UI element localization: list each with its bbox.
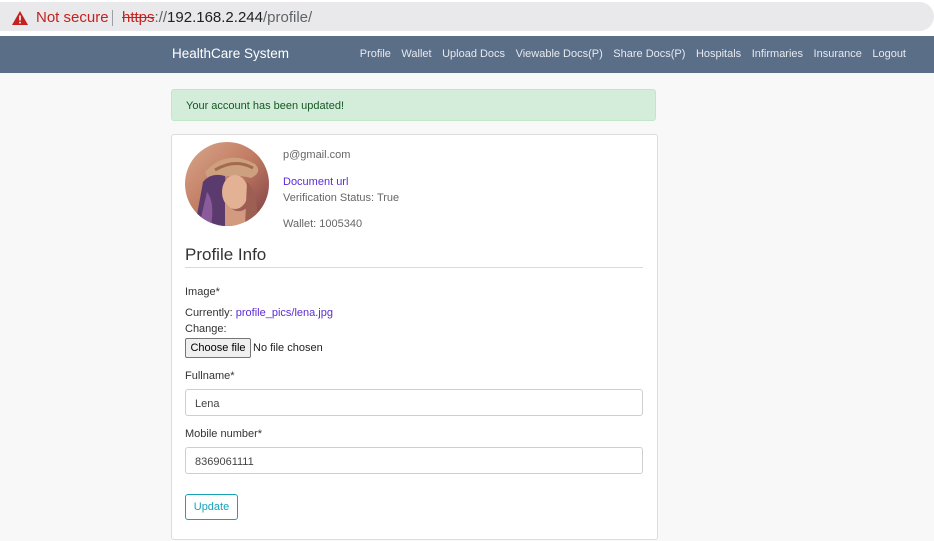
nav-insurance-link[interactable]: Insurance: [814, 48, 862, 60]
avatar: [185, 142, 269, 226]
nav-viewable-docs-link[interactable]: Viewable Docs(P): [516, 48, 603, 60]
profile-info-heading: Profile Info: [185, 245, 267, 264]
change-label: Change:: [185, 323, 227, 335]
currently-row: Currently: profile_pics/lena.jpg: [185, 307, 333, 319]
nav-upload-docs-link[interactable]: Upload Docs: [442, 48, 505, 60]
nav-share-docs-link[interactable]: Share Docs(P): [613, 48, 685, 60]
currently-label: Currently:: [185, 307, 236, 319]
url-scheme-separator: ://: [154, 9, 168, 26]
image-label: Image*: [185, 286, 220, 298]
mobile-input[interactable]: 8369061111: [185, 447, 643, 474]
alert-message: Your account has been updated!: [186, 100, 345, 112]
nav-logout-link[interactable]: Logout: [872, 48, 906, 60]
not-secure-label[interactable]: Not secure: [36, 9, 109, 26]
brand-title[interactable]: HealthCare System: [172, 46, 289, 61]
browser-address-bar: Not secure https://192.168.2.244/profile…: [0, 0, 934, 36]
wallet-balance: Wallet: 1005340: [283, 218, 363, 230]
profile-card: p@gmail.com Document url Verification St…: [171, 134, 658, 540]
document-url-link[interactable]: Document url: [283, 176, 348, 188]
fullname-input[interactable]: Lena: [185, 389, 643, 416]
fullname-label: Fullname*: [185, 370, 235, 382]
warning-icon[interactable]: [12, 11, 28, 25]
verification-status: Verification Status: True: [283, 192, 400, 204]
top-navbar: HealthCare System Profile Wallet Upload …: [0, 36, 934, 73]
nav-profile-link[interactable]: Profile: [360, 48, 391, 60]
nav-hospitals-link[interactable]: Hospitals: [696, 48, 741, 60]
mobile-label: Mobile number*: [185, 428, 263, 440]
success-alert: Your account has been updated!: [171, 89, 656, 121]
update-button[interactable]: Update: [185, 494, 238, 520]
omnibox[interactable]: Not secure https://192.168.2.244/profile…: [0, 2, 934, 31]
url-separator: [112, 10, 113, 26]
choose-file-button[interactable]: Choose file: [185, 338, 251, 358]
profile-email: p@gmail.com: [283, 149, 351, 161]
section-divider: [185, 267, 643, 268]
file-status: No file chosen: [253, 342, 323, 354]
url-text[interactable]: https://192.168.2.244/profile/: [122, 9, 312, 26]
current-image-link[interactable]: profile_pics/lena.jpg: [236, 307, 333, 319]
url-host: 192.168.2.244: [167, 9, 263, 26]
nav-links: Profile Wallet Upload Docs Viewable Docs…: [360, 48, 906, 60]
url-scheme: https: [122, 9, 155, 26]
avatar-image: [185, 142, 269, 226]
nav-wallet-link[interactable]: Wallet: [401, 48, 431, 60]
nav-infirmaries-link[interactable]: Infirmaries: [752, 48, 803, 60]
url-path: /profile/: [262, 9, 313, 26]
